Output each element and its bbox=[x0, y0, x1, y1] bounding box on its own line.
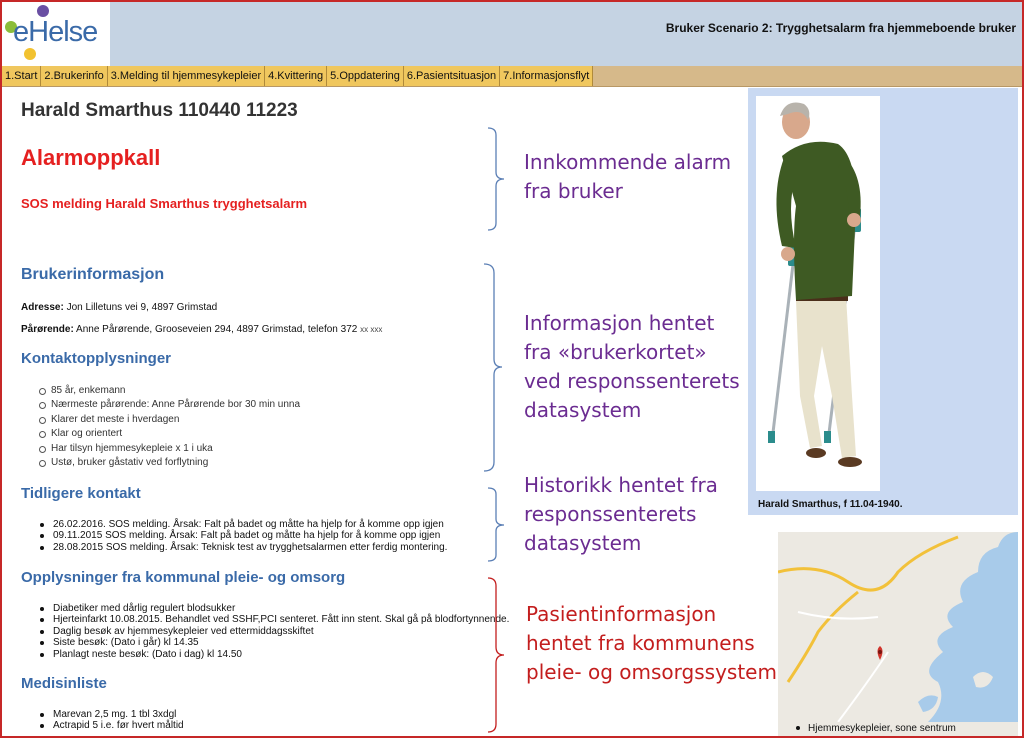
kontakt-list: 85 år, enkemann Nærmeste pårørende: Anne… bbox=[39, 384, 300, 470]
annotation-line: ved responssenterets bbox=[524, 369, 740, 393]
tab-melding[interactable]: 3.Melding til hjemmesykepleier bbox=[107, 66, 266, 86]
photo-caption: Harald Smarthus, f 11.04-1940. bbox=[758, 499, 903, 510]
list-item: Ustø, bruker gåstativ ved forflytning bbox=[39, 456, 300, 470]
alarm-heading: Alarmoppkall bbox=[21, 145, 161, 170]
list-item: Har tilsyn hjemmesykepleie x 1 i uka bbox=[39, 442, 300, 456]
list-item: Nærmeste pårørende: Anne Pårørende bor 3… bbox=[39, 398, 300, 412]
relative-phone-suffix: xx xxx bbox=[360, 325, 383, 334]
kommunal-heading: Opplysninger fra kommunal pleie- og omso… bbox=[21, 569, 346, 586]
annotation-line: pleie- og omsorgssystem bbox=[526, 660, 777, 684]
tidligere-list: 26.02.2016. SOS melding. Årsak: Falt på … bbox=[39, 519, 447, 553]
annotation-line: Pasientinformasjon bbox=[526, 602, 717, 626]
tab-informasjonsflyt[interactable]: 7.Informasjonsflyt bbox=[500, 66, 594, 86]
annotation-brukerkort: Informasjon hentet fra «brukerkortet» ve… bbox=[524, 309, 740, 425]
brace-brukerinfo bbox=[483, 263, 503, 472]
annotation-line: fra bruker bbox=[524, 179, 623, 203]
brace-alarm bbox=[487, 127, 505, 231]
tab-kvittering[interactable]: 4.Kvittering bbox=[265, 66, 328, 86]
tab-bar: 1.Start 2.Brukerinfo 3.Melding til hjemm… bbox=[2, 66, 1022, 87]
tab-start[interactable]: 1.Start bbox=[2, 66, 42, 86]
presentation-frame: eHelse Bruker Scenario 2: Trygghetsalarm… bbox=[0, 0, 1024, 738]
annotation-line: Informasjon hentet bbox=[524, 311, 715, 335]
patient-title: Harald Smarthus 110440 11223 bbox=[21, 100, 298, 121]
map-image bbox=[778, 532, 1018, 723]
location-map[interactable]: Hjemmesykepleier, sone sentrum bbox=[778, 532, 1018, 736]
list-item: Actrapid 5 i.e. før hvert måltid bbox=[39, 720, 184, 731]
brace-kommunal bbox=[487, 577, 505, 733]
annotation-pasientinfo: Pasientinformasjon hentet fra kommunens … bbox=[526, 600, 777, 687]
patient-photo bbox=[756, 96, 880, 491]
list-item: 85 år, enkemann bbox=[39, 384, 300, 398]
annotation-line: fra «brukerkortet» bbox=[524, 340, 707, 364]
map-caption-text: Hjemmesykepleier, sone sentrum bbox=[808, 723, 956, 734]
annotation-line: Innkommende alarm bbox=[524, 150, 732, 174]
list-item: Hjerteinfarkt 10.08.2015. Behandlet ved … bbox=[39, 614, 509, 625]
sos-message: SOS melding Harald Smarthus trygghetsala… bbox=[21, 196, 308, 211]
list-item: Daglig besøk av hjemmesykepleier ved ett… bbox=[39, 626, 509, 637]
address-line: Adresse: Jon Lilletuns vei 9, 4897 Grims… bbox=[21, 302, 217, 313]
list-item: 26.02.2016. SOS melding. Årsak: Falt på … bbox=[39, 519, 447, 530]
logo-text: eHelse bbox=[13, 16, 98, 48]
ehelse-logo: eHelse bbox=[2, 2, 110, 66]
list-item: Siste besøk: (Dato i går) kl 14.35 bbox=[39, 637, 509, 648]
annotation-line: hentet fra kommunens bbox=[526, 631, 755, 655]
medisin-heading: Medisinliste bbox=[21, 675, 107, 692]
annotation-historikk: Historikk hentet fra responssenterets da… bbox=[524, 471, 718, 558]
tab-pasientsituasjon[interactable]: 6.Pasientsituasjon bbox=[403, 66, 501, 86]
list-item: 09.11.2015 SOS melding. Årsak: Falt på b… bbox=[39, 530, 447, 541]
relative-value: Anne Pårørende, Grooseveien 294, 4897 Gr… bbox=[76, 324, 358, 335]
kontakt-heading: Kontaktopplysninger bbox=[21, 350, 172, 367]
address-value: Jon Lilletuns vei 9, 4897 Grimstad bbox=[66, 302, 218, 313]
relative-label: Pårørende: bbox=[21, 324, 74, 335]
brukerinfo-heading: Brukerinformasjon bbox=[21, 266, 165, 283]
annotation-line: datasystem bbox=[524, 531, 642, 555]
annotation-line: datasystem bbox=[524, 398, 642, 422]
list-item: Diabetiker med dårlig regulert blodsukke… bbox=[39, 603, 509, 614]
kommunal-list: Diabetiker med dårlig regulert blodsukke… bbox=[39, 603, 509, 660]
tab-brukerinfo[interactable]: 2.Brukerinfo bbox=[41, 66, 108, 86]
brace-historikk bbox=[487, 487, 505, 562]
list-item: Klar og orientert bbox=[39, 427, 300, 441]
map-caption: Hjemmesykepleier, sone sentrum bbox=[778, 723, 1018, 734]
scenario-title: Bruker Scenario 2: Trygghetsalarm fra hj… bbox=[665, 21, 1016, 35]
relative-line: Pårørende: Anne Pårørende, Grooseveien 2… bbox=[21, 324, 382, 335]
address-label: Adresse: bbox=[21, 302, 64, 313]
tab-oppdatering[interactable]: 5.Oppdatering bbox=[327, 66, 404, 86]
list-item: 28.08.2015 SOS melding. Årsak: Teknisk t… bbox=[39, 542, 447, 553]
tidligere-heading: Tidligere kontakt bbox=[21, 485, 141, 502]
logo-dot-yellow bbox=[24, 48, 36, 60]
annotation-line: responssenterets bbox=[524, 502, 697, 526]
elderly-man-with-crutches-image bbox=[768, 102, 862, 467]
header-bar: eHelse Bruker Scenario 2: Trygghetsalarm… bbox=[2, 2, 1022, 66]
annotation-incoming-alarm: Innkommende alarm fra bruker bbox=[524, 148, 731, 206]
list-item: Planlagt neste besøk: (Dato i dag) kl 14… bbox=[39, 649, 509, 660]
list-item: Klarer det meste i hverdagen bbox=[39, 413, 300, 427]
medisin-list: Marevan 2,5 mg. 1 tbl 3xdgl Actrapid 5 i… bbox=[39, 709, 184, 732]
list-item: Marevan 2,5 mg. 1 tbl 3xdgl bbox=[39, 709, 184, 720]
annotation-line: Historikk hentet fra bbox=[524, 473, 718, 497]
